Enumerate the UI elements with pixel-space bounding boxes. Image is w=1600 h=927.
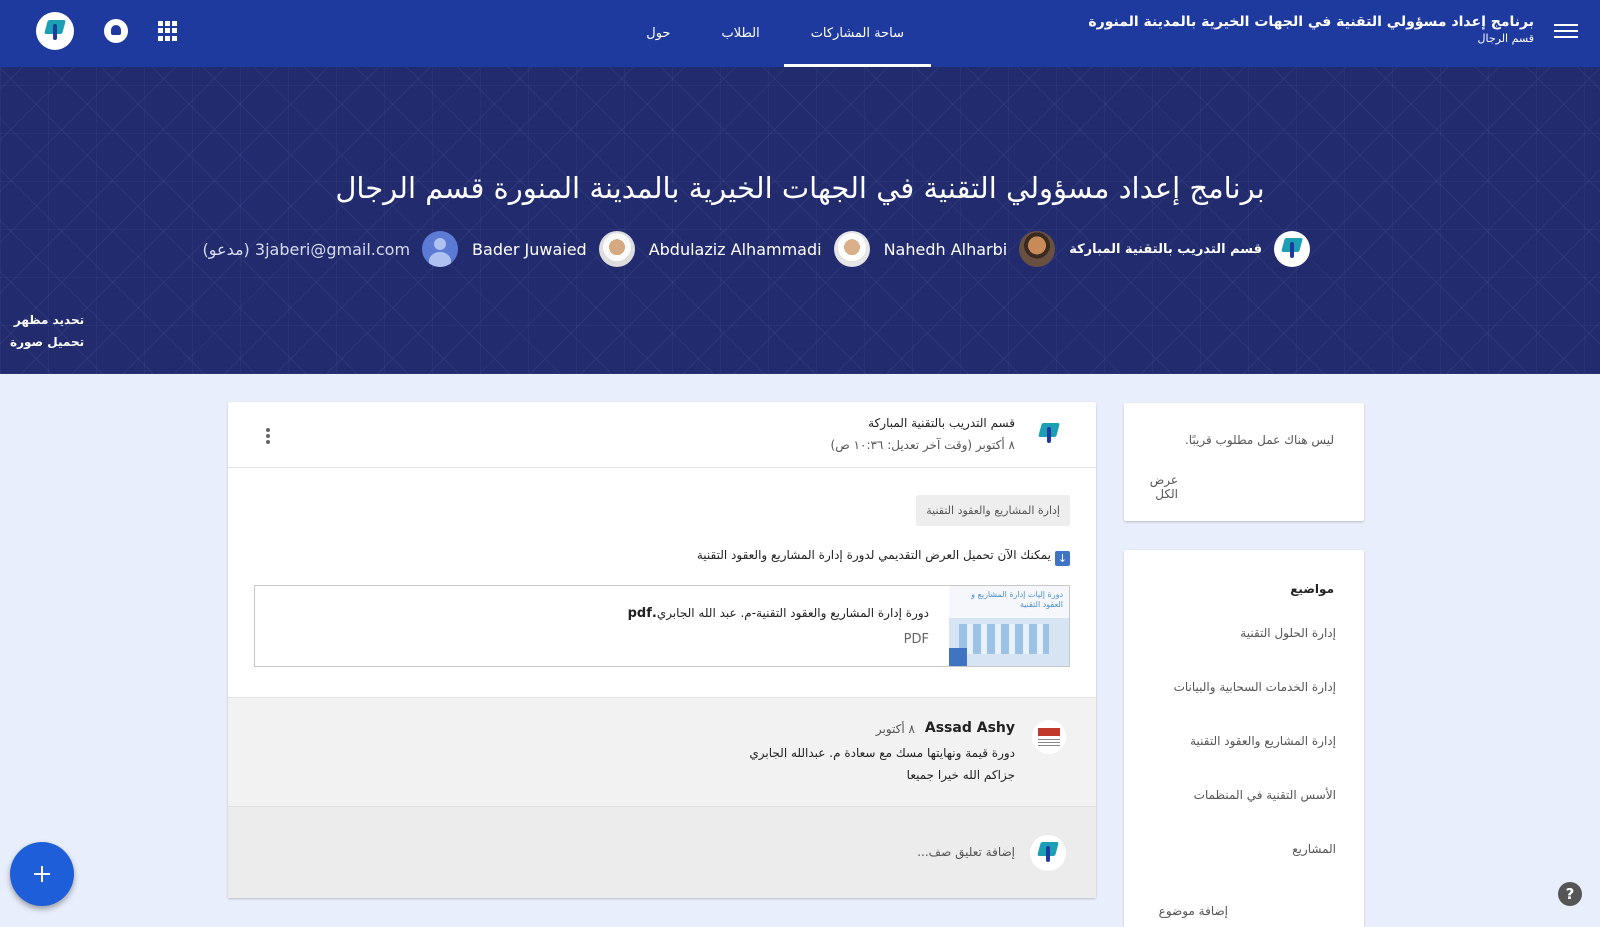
teacher-name: Nahedh Alharbi xyxy=(883,239,1008,259)
attachment-ext: .pdf xyxy=(627,606,657,621)
post-text: ↓ يمكنك الآن تحميل العرض التقديمي لدورة إ… xyxy=(697,548,1070,566)
post-body: يمكنك الآن تحميل العرض التقديمي لدورة إد… xyxy=(696,548,1051,562)
teacher-name: Abdulaziz Alhammadi xyxy=(648,239,822,259)
tab-students[interactable]: الطلاب xyxy=(697,0,783,67)
topic-item[interactable]: المشاريع xyxy=(1292,842,1336,856)
course-title: برنامج إعداد مسؤولي التقنية في الجهات ال… xyxy=(1088,14,1534,30)
avatar xyxy=(1032,720,1066,754)
comment-item: Assad Ashy ٨ أكتوبر دورة قيمة ونهايتها م… xyxy=(228,697,1096,807)
attachment-thumbnail: دورة إليات إدارة المشاريع و العقود التقن… xyxy=(949,586,1069,666)
more-options-icon[interactable] xyxy=(264,426,270,446)
teacher-item[interactable]: Abdulaziz Alhammadi xyxy=(649,231,870,267)
stream-post: قسم التدريب بالتقنية المباركة ٨ أكتوبر (… xyxy=(228,402,1096,898)
teacher-item[interactable]: قسم التدريب بالتقنية المباركة xyxy=(1069,231,1310,267)
logo-icon xyxy=(44,20,66,42)
apps-grid-icon[interactable] xyxy=(158,21,178,41)
topic-item[interactable]: إدارة الخدمات السحابية والبيانات xyxy=(1174,680,1336,694)
attachment-type: PDF xyxy=(903,632,929,647)
help-icon[interactable]: ? xyxy=(1558,882,1582,906)
avatar xyxy=(598,231,635,267)
select-theme-link[interactable]: تحديد مظهر xyxy=(10,309,84,331)
upcoming-empty-text: ليس هناك عمل مطلوب قريبًا. xyxy=(1184,433,1334,447)
download-arrow-icon: ↓ xyxy=(1055,551,1070,566)
logo-icon xyxy=(1037,842,1059,864)
view-all-link[interactable]: عرض الكل xyxy=(1124,473,1178,501)
teacher-name: 3jaberi@gmail.com (مدعو) xyxy=(202,239,411,259)
comment-text-line: جزاكم الله خيرا جميعا xyxy=(906,768,1015,782)
comment-date: ٨ أكتوبر xyxy=(875,722,915,736)
post-header: قسم التدريب بالتقنية المباركة ٨ أكتوبر (… xyxy=(228,402,1096,468)
notifications-bell-icon[interactable] xyxy=(104,19,128,43)
topic-item[interactable]: الأسس التقنية في المنظمات xyxy=(1194,788,1336,802)
avatar xyxy=(1019,231,1056,267)
tab-bar: ساحة المشاركات الطلاب حول xyxy=(619,0,932,67)
avatar xyxy=(1030,835,1066,871)
attachment-card[interactable]: دورة إليات إدارة المشاريع و العقود التقن… xyxy=(254,585,1070,667)
add-comment-input[interactable]: إضافة تعليق صف... xyxy=(917,845,1015,859)
top-app-bar: برنامج إعداد مسؤولي التقنية في الجهات ال… xyxy=(0,0,1600,67)
attachment-name-prefix: دورة إدارة المشاريع والعقود التقنية-م. ع… xyxy=(656,606,929,620)
thumbnail-text: دورة إليات إدارة المشاريع و العقود التقن… xyxy=(971,590,1063,609)
logo-icon xyxy=(1281,238,1303,260)
topics-card: مواضيع إدارة الحلول التقنية إدارة الخدما… xyxy=(1124,550,1364,927)
add-comment-row: إضافة تعليق صف... xyxy=(228,807,1096,898)
topic-item[interactable]: إدارة المشاريع والعقود التقنية xyxy=(1190,734,1336,748)
teacher-name: Bader Juwaied xyxy=(472,239,587,259)
menu-icon[interactable] xyxy=(1554,20,1578,44)
logo-icon xyxy=(1038,423,1060,445)
course-banner: برنامج إعداد مسؤولي التقنية في الجهات ال… xyxy=(0,67,1600,374)
attachment-name: دورة إدارة المشاريع والعقود التقنية-م. ع… xyxy=(628,606,929,621)
topic-chip[interactable]: إدارة المشاريع والعقود التقنية xyxy=(916,495,1070,526)
topics-heading: مواضيع xyxy=(1290,582,1334,596)
upload-photo-link[interactable]: تحميل صورة xyxy=(10,331,84,353)
teacher-name: قسم التدريب بالتقنية المباركة xyxy=(1069,241,1262,257)
tab-about[interactable]: حول xyxy=(619,0,697,67)
comment-text-line: دورة قيمة ونهايتها مسك مع سعادة م. عبدال… xyxy=(749,746,1015,760)
course-title-block[interactable]: برنامج إعداد مسؤولي التقنية في الجهات ال… xyxy=(1088,14,1534,45)
teacher-item[interactable]: Nahedh Alharbi xyxy=(884,231,1056,267)
add-topic-link[interactable]: إضافة موضوع xyxy=(1159,904,1228,918)
avatar xyxy=(422,231,459,267)
avatar xyxy=(1274,231,1310,267)
avatar xyxy=(833,231,870,267)
upcoming-card: ليس هناك عمل مطلوب قريبًا. عرض الكل xyxy=(1124,403,1364,521)
banner-actions: تحديد مظهر تحميل صورة xyxy=(10,309,84,353)
add-button[interactable] xyxy=(10,842,74,906)
post-author: قسم التدريب بالتقنية المباركة xyxy=(868,416,1015,430)
tab-stream[interactable]: ساحة المشاركات xyxy=(783,0,932,67)
banner-title: برنامج إعداد مسؤولي التقنية في الجهات ال… xyxy=(335,171,1265,205)
account-logo[interactable] xyxy=(36,12,74,50)
topic-item[interactable]: إدارة الحلول التقنية xyxy=(1240,626,1336,640)
comment-author: Assad Ashy xyxy=(924,720,1015,736)
teacher-item[interactable]: Bader Juwaied xyxy=(472,231,635,267)
course-section: قسم الرجال xyxy=(1477,32,1534,45)
avatar xyxy=(1032,417,1066,451)
post-date: ٨ أكتوبر (وقت آخر تعديل: ١٠:٣٦ ص) xyxy=(830,438,1015,452)
top-icons xyxy=(36,12,178,50)
teacher-list: قسم التدريب بالتقنية المباركة Nahedh Alh… xyxy=(189,231,1310,267)
teacher-item-invited[interactable]: 3jaberi@gmail.com (مدعو) xyxy=(203,231,459,267)
